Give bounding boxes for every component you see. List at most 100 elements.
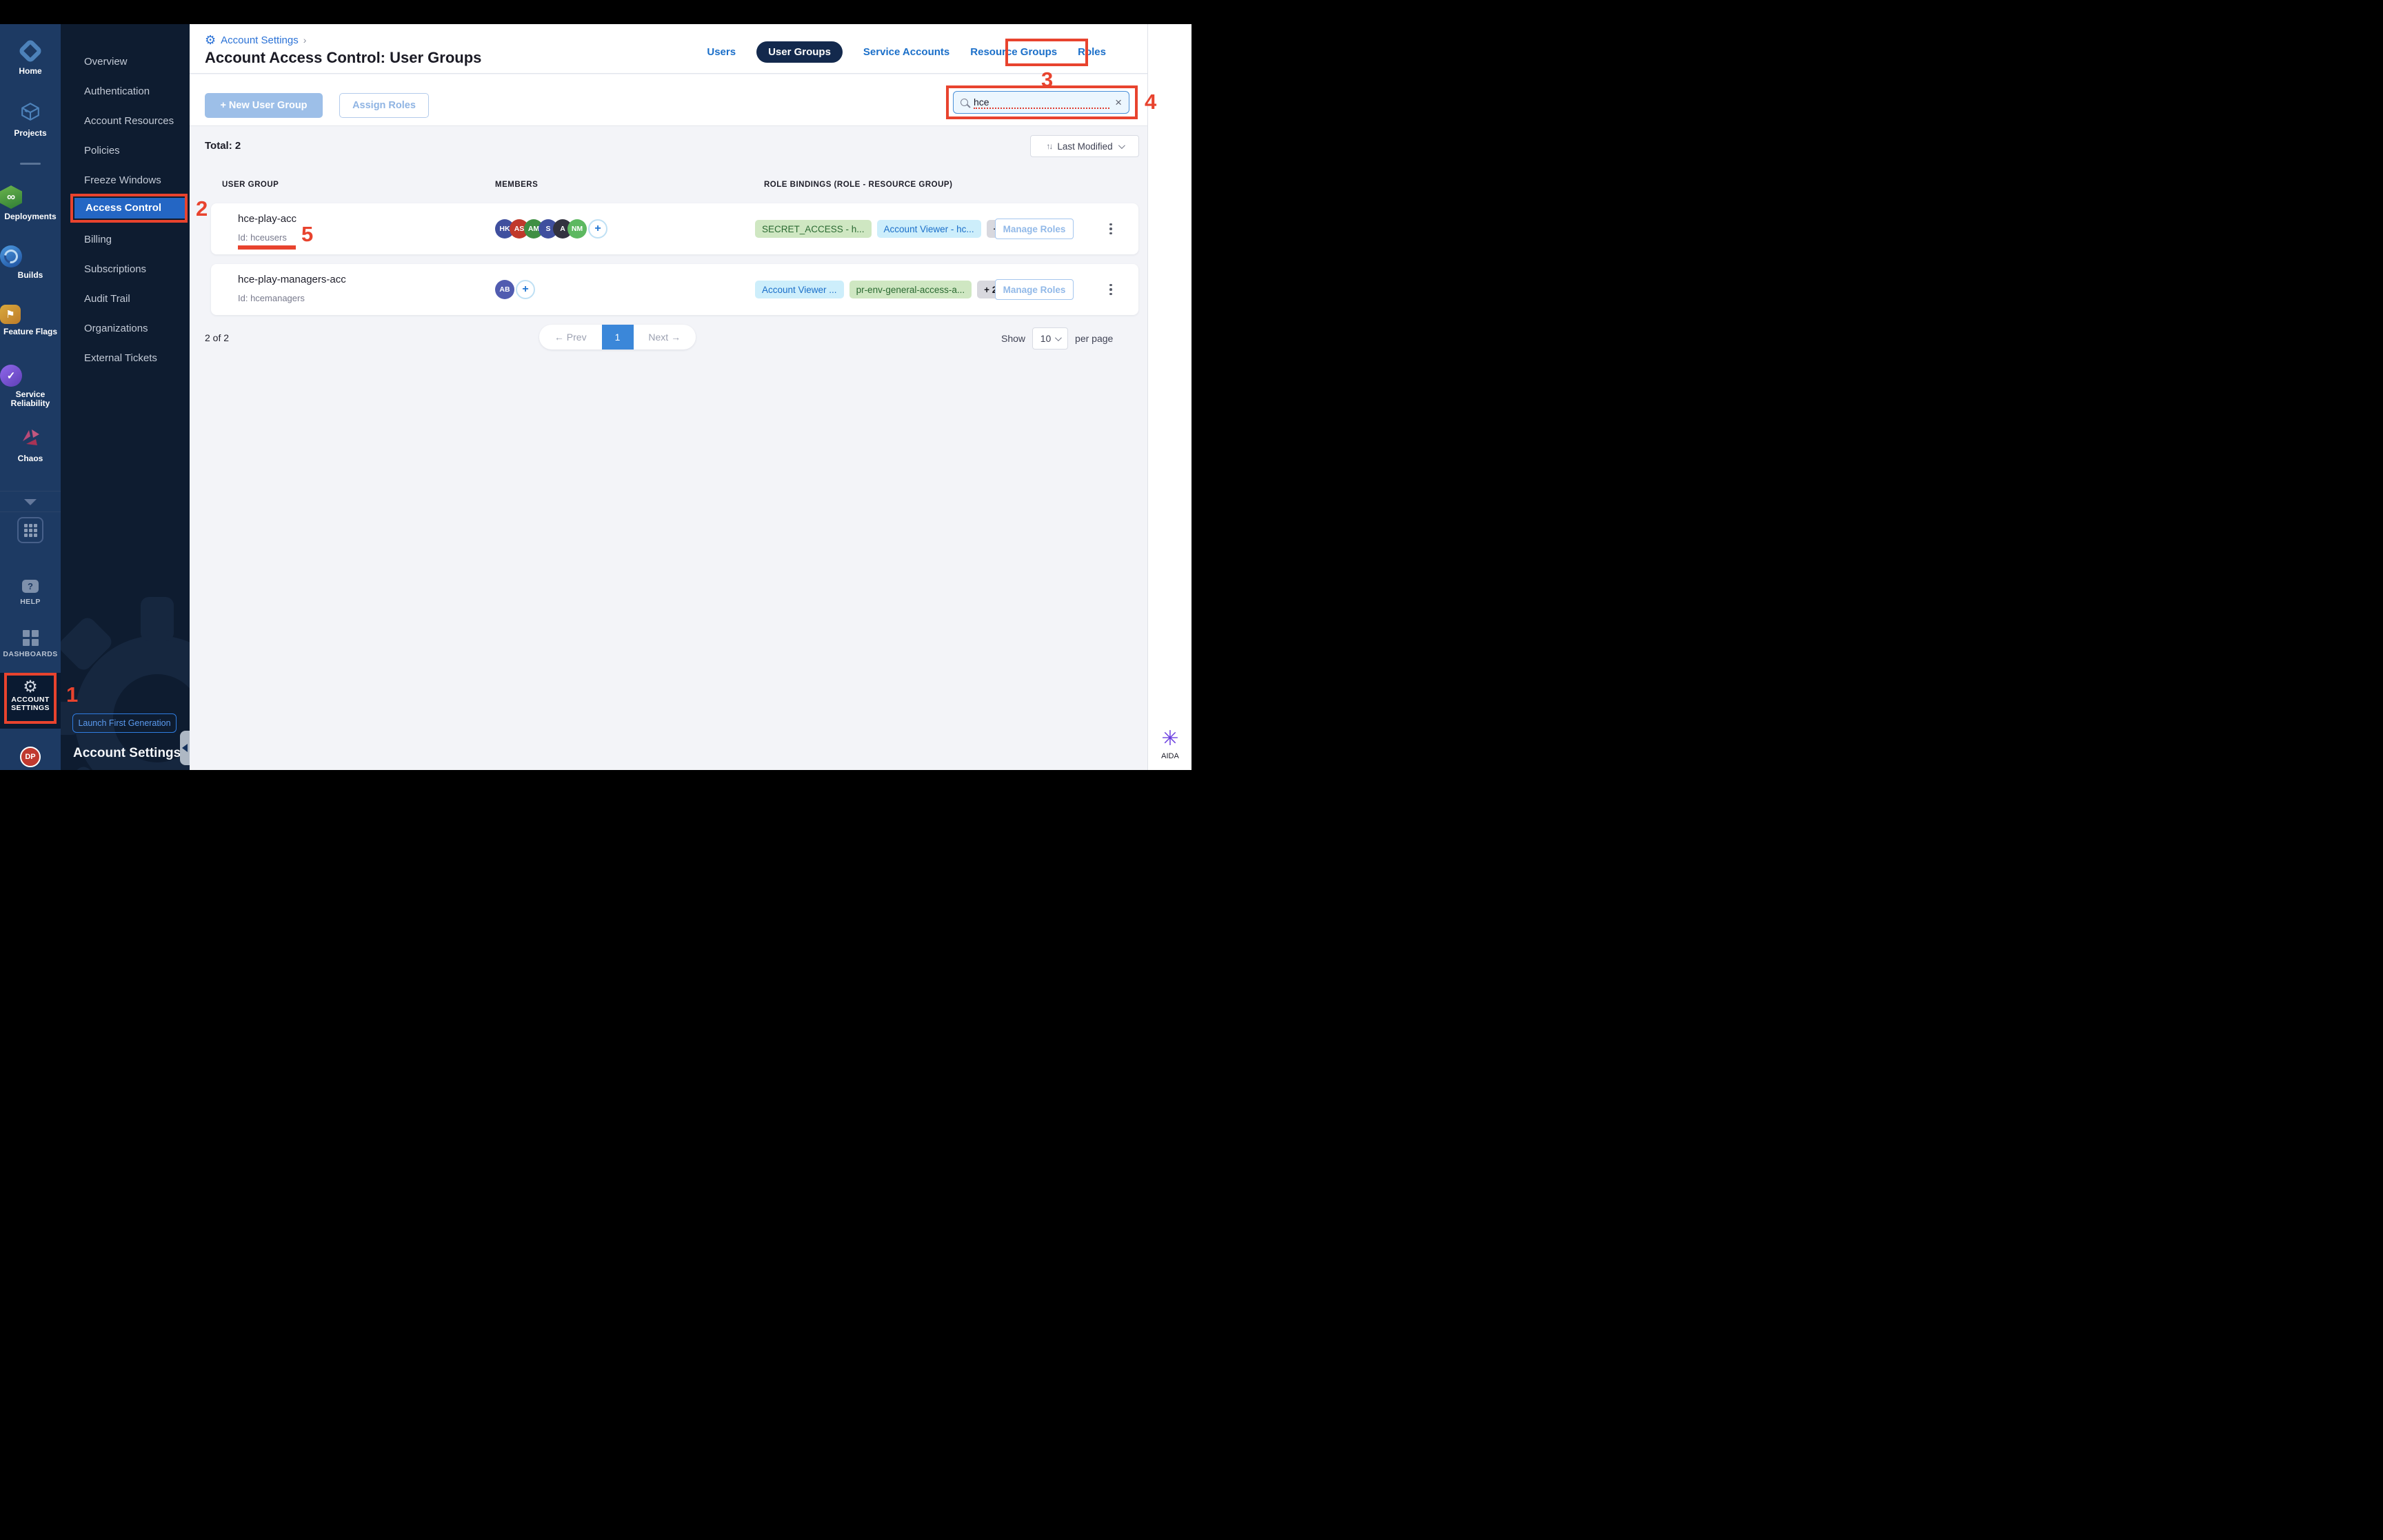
panel-collapse-handle[interactable] xyxy=(180,731,190,765)
menu-item-billing[interactable]: Billing xyxy=(84,234,112,245)
clear-search-icon[interactable]: × xyxy=(1115,96,1122,110)
sidebar-item-home[interactable]: Home xyxy=(0,38,61,76)
projects-icon xyxy=(20,101,41,125)
right-rail: ✳ AIDA xyxy=(1147,24,1192,770)
tab-service-accounts[interactable]: Service Accounts xyxy=(863,46,949,58)
prev-page-button[interactable]: ← Prev xyxy=(539,332,602,343)
search-value[interactable]: hce xyxy=(974,97,1110,109)
tab-users[interactable]: Users xyxy=(707,46,736,58)
page-title: Account Access Control: User Groups xyxy=(205,49,482,66)
sidebar-item-dashboards[interactable]: DASHBOARDS xyxy=(0,628,61,658)
home-icon xyxy=(17,38,43,64)
group-name[interactable]: hce-play-acc xyxy=(238,213,296,225)
sidebar-item-account-settings[interactable]: ⚙ ACCOUNT SETTINGS xyxy=(0,673,61,729)
access-control-tabs: Users User Groups Service Accounts Resou… xyxy=(707,41,1106,63)
sidebar-item-label: Deployments xyxy=(4,212,57,221)
menu-item-organizations[interactable]: Organizations xyxy=(84,323,148,334)
current-page-button[interactable]: 1 xyxy=(601,325,634,349)
aida-assistant-button[interactable]: ✳ AIDA xyxy=(1148,727,1192,761)
role-pill: Account Viewer - hc... xyxy=(876,220,981,238)
top-black-bar xyxy=(0,0,1192,24)
column-header-user-group: USER GROUP xyxy=(222,181,279,189)
add-member-button[interactable]: + xyxy=(588,219,607,239)
divider xyxy=(0,511,61,512)
next-page-button[interactable]: Next → xyxy=(634,332,696,343)
user-group-row[interactable]: hce-play-acc Id: hceusers HK AS AM S A N… xyxy=(211,203,1138,254)
sidebar-item-label: Service Reliability xyxy=(10,389,50,408)
new-user-group-button[interactable]: + New User Group xyxy=(205,93,323,118)
module-picker-button[interactable] xyxy=(17,517,43,543)
pagination-range: 2 of 2 xyxy=(205,332,230,343)
sidebar-item-service-reliability[interactable]: ✓ Service Reliability xyxy=(0,365,61,408)
page-size-value: 10 xyxy=(1040,333,1052,344)
menu-item-label: Access Control xyxy=(86,202,162,214)
avatar[interactable]: NM xyxy=(567,219,587,239)
breadcrumb[interactable]: ⚙ Account Settings › xyxy=(205,34,306,46)
search-input[interactable]: hce × xyxy=(953,91,1129,114)
sidebar-item-label: Builds xyxy=(17,270,43,280)
menu-item-freeze-windows[interactable]: Freeze Windows xyxy=(84,174,161,186)
sidebar-item-chaos[interactable]: Chaos xyxy=(0,427,61,463)
help-chat-icon: ? xyxy=(22,580,39,593)
breadcrumb-separator: › xyxy=(303,34,307,45)
launch-first-generation-button[interactable]: Launch First Generation xyxy=(72,713,177,733)
column-header-role-bindings: ROLE BINDINGS (ROLE - RESOURCE GROUP) xyxy=(764,181,953,189)
deployments-icon: ∞ xyxy=(0,185,22,209)
aida-icon: ✳ xyxy=(1161,727,1179,750)
per-page-label: per page xyxy=(1075,333,1114,344)
tab-resource-groups[interactable]: Resource Groups xyxy=(970,46,1057,58)
group-id: Id: hcemanagers xyxy=(238,293,305,303)
role-pill: SECRET_ACCESS - h... xyxy=(755,220,872,238)
dashboards-icon xyxy=(22,630,39,646)
manage-roles-button[interactable]: Manage Roles xyxy=(995,219,1074,239)
chevron-down-icon xyxy=(1118,141,1125,149)
service-reliability-icon: ✓ xyxy=(0,365,22,387)
sidebar-item-label: Home xyxy=(19,66,42,76)
chevron-down-icon xyxy=(24,499,37,505)
menu-item-account-resources[interactable]: Account Resources xyxy=(84,115,174,127)
sort-dropdown[interactable]: ↑↓ Last Modified xyxy=(1030,135,1139,157)
sidebar-item-projects[interactable]: Projects xyxy=(0,101,61,138)
show-label: Show xyxy=(1001,333,1026,344)
avatar[interactable]: AB xyxy=(495,280,514,299)
chevron-down-icon xyxy=(1055,334,1063,341)
annotation-underline-5 xyxy=(238,245,296,250)
sidebar-item-deployments[interactable]: ∞ Deployments xyxy=(0,185,61,221)
module-sidebar: Home Projects ∞ Deployments Builds ⚑ Fea… xyxy=(0,24,61,770)
divider xyxy=(0,491,61,492)
group-name[interactable]: hce-play-managers-acc xyxy=(238,274,346,285)
menu-item-overview[interactable]: Overview xyxy=(84,56,128,68)
search-icon xyxy=(961,99,968,106)
menu-item-external-tickets[interactable]: External Tickets xyxy=(84,352,157,364)
row-menu-icon[interactable] xyxy=(1102,281,1120,298)
assign-roles-button[interactable]: Assign Roles xyxy=(339,93,429,118)
menu-item-audit-trail[interactable]: Audit Trail xyxy=(84,293,130,305)
sidebar-item-feature-flags[interactable]: ⚑ Feature Flags xyxy=(0,305,61,336)
sidebar-item-help[interactable]: ? HELP xyxy=(0,580,61,606)
menu-item-authentication[interactable]: Authentication xyxy=(84,85,150,97)
sidebar-item-label: HELP xyxy=(20,598,41,606)
sidebar-item-label: SETTINGS xyxy=(11,704,50,712)
row-menu-icon[interactable] xyxy=(1102,220,1120,238)
breadcrumb-link[interactable]: Account Settings xyxy=(221,34,299,46)
sidebar-item-builds[interactable]: Builds xyxy=(0,245,61,280)
manage-roles-button[interactable]: Manage Roles xyxy=(995,279,1074,300)
member-avatars: HK AS AM S A NM + xyxy=(495,219,607,239)
sidebar-item-label: ACCOUNT xyxy=(11,696,50,704)
sidebar-divider xyxy=(20,163,41,165)
page-size-select[interactable]: 10 xyxy=(1032,327,1069,349)
role-binding-pills: SECRET_ACCESS - h... Account Viewer - hc… xyxy=(755,220,1014,238)
tab-user-groups[interactable]: User Groups xyxy=(756,41,843,63)
aida-label: AIDA xyxy=(1161,752,1179,760)
user-avatar[interactable]: DP xyxy=(20,747,41,767)
menu-item-subscriptions[interactable]: Subscriptions xyxy=(84,263,146,275)
menu-item-access-control[interactable]: Access Control xyxy=(74,198,185,219)
role-pill: Account Viewer ... xyxy=(755,281,844,298)
menu-item-policies[interactable]: Policies xyxy=(84,145,120,156)
user-group-row[interactable]: hce-play-managers-acc Id: hcemanagers AB… xyxy=(211,264,1138,315)
add-member-button[interactable]: + xyxy=(516,280,535,299)
feature-flags-icon: ⚑ xyxy=(0,305,21,324)
settings-panel-title: Account Settings xyxy=(73,746,181,760)
tab-roles[interactable]: Roles xyxy=(1078,46,1106,58)
sidebar-collapse-modules[interactable] xyxy=(0,496,61,509)
